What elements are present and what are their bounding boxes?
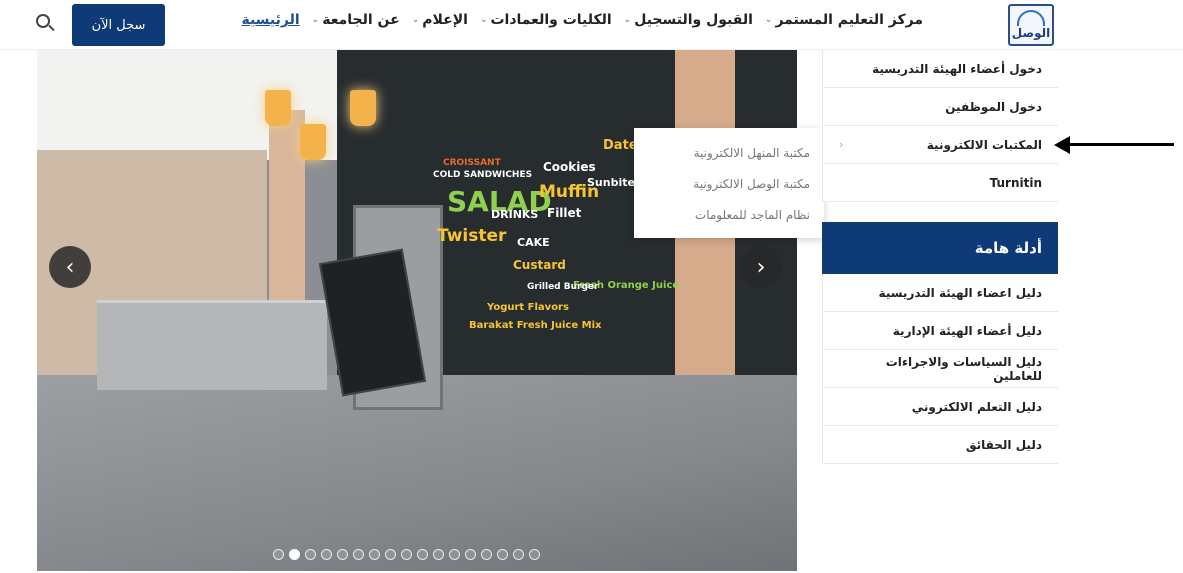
slider-dot[interactable] [529,549,540,560]
submenu-item-almajed-system[interactable]: نظام الماجد للمعلومات [648,200,810,231]
nav-item-media[interactable]: الإعلام ⌄ [412,12,468,28]
nav-label: الكليات والعمادات [490,12,612,28]
search-icon-handle [48,24,55,32]
nav-item-admissions[interactable]: القبول والتسجيل ⌄ [624,12,753,28]
wall-word: Twister [437,226,507,246]
sidebar-item-label: Turnitin [989,175,1042,190]
sidebar-item-label: المكتبات الالكترونية [926,137,1042,152]
main-nav: الرئيسية عن الجامعة ⌄ الإعلام ⌄ الكليات … [241,12,923,28]
sidebar-item-label: دليل اعضاء الهيئة التدريسية [878,285,1042,300]
chevron-down-icon: ⌄ [311,15,320,25]
nav-item-continuing-education[interactable]: مركز التعليم المستمر ⌄ [765,12,923,28]
nav-item-about[interactable]: عن الجامعة ⌄ [312,12,400,28]
wall-menu-words: SALAD Muffin Cookies Fillet Dates CAKE T… [407,130,679,350]
sidebar-item-faculty-login[interactable]: دخول أعضاء الهيئة التدريسية [822,50,1058,88]
chevron-left-icon: ‹ [65,254,75,280]
sidebar-item-faculty-guide[interactable]: دليل اعضاء الهيئة التدريسية [822,274,1058,312]
sidebar-item-admin-guide[interactable]: دليل أعضاء الهيئة الإدارية [822,312,1058,350]
register-now-button[interactable]: سجل الآن [72,4,165,46]
e-libraries-submenu: مكتبة المنهل الالكترونية مكتبة الوصل الا… [634,128,824,238]
wall-word: Fillet [547,206,582,220]
logo-text: الوصل [1011,26,1051,40]
slider-next-button[interactable]: › [740,246,782,288]
nav-item-colleges[interactable]: الكليات والعمادات ⌄ [480,12,612,28]
nav-label: الرئيسية [241,12,300,28]
slider-dot[interactable] [433,549,444,560]
chevron-down-icon: ⌄ [623,15,632,25]
wall-word: CAKE [517,236,550,249]
page: الوصل الرئيسية عن الجامعة ⌄ الإعلام ⌄ ال… [0,0,1183,573]
slider-dot[interactable] [417,549,428,560]
nav-label: مركز التعليم المستمر [775,12,923,28]
slider-dot[interactable] [353,549,364,560]
slider-dot[interactable] [401,549,412,560]
wall-word: Yogurt Flavors [487,302,569,313]
wall-word: CROISSANT [443,158,501,168]
slider-dot[interactable] [465,549,476,560]
slide-counter [97,300,327,390]
slider-dot[interactable] [481,549,492,560]
sidebar-item-label: دليل السياسات والاجراءات للعاملين [885,354,1042,383]
nav-item-home[interactable]: الرئيسية [241,12,299,28]
slider-dot[interactable] [369,549,380,560]
slider-dot[interactable] [289,549,300,560]
chevron-left-icon: ‹ [839,138,844,151]
wall-word: COLD SANDWICHES [433,170,533,180]
sidebar-item-policies-guide[interactable]: دليل السياسات والاجراءات للعاملين [822,350,1058,388]
chevron-down-icon: ⌄ [764,15,773,25]
wall-word: Custard [513,258,566,272]
submenu-item-almanhal[interactable]: مكتبة المنهل الالكترونية [648,138,810,169]
wall-word: Barakat Fresh Juice Mix [469,320,602,331]
slider-dot[interactable] [337,549,348,560]
nav-label: عن الجامعة [322,12,400,28]
slider-prev-button[interactable]: ‹ [49,246,91,288]
slider-dot[interactable] [497,549,508,560]
wall-word: Cookies [543,160,596,174]
slider-dot[interactable] [449,549,460,560]
lamp-icon [350,90,376,126]
lamp-icon [265,90,291,126]
university-logo[interactable]: الوصل [1008,4,1054,46]
sidebar-item-label: دليل التعلم الالكتروني [911,399,1042,414]
arrow-left-icon [1054,136,1176,154]
sidebar-item-facts-guide[interactable]: دليل الحقائق [822,426,1058,464]
logo-arch-icon [1017,10,1045,26]
slider-dot[interactable] [321,549,332,560]
wall-word: Grilled Burger [527,282,599,292]
sidebar-item-label: دليل الحقائق [965,437,1042,452]
slider-dot[interactable] [385,549,396,560]
nav-label: القبول والتسجيل [634,12,753,28]
slider-dot[interactable] [513,549,524,560]
sidebar-item-label: دخول الموظفين [945,99,1042,114]
sidebar-item-label: دليل أعضاء الهيئة الإدارية [892,323,1042,338]
right-sidebar: دخول أعضاء الهيئة التدريسية دخول الموظفي… [822,50,1058,464]
sidebar-item-elearning-guide[interactable]: دليل التعلم الالكتروني [822,388,1058,426]
sidebar-item-turnitin[interactable]: Turnitin [822,164,1058,202]
arrow-shaft [1066,143,1174,146]
sidebar-item-label: دخول أعضاء الهيئة التدريسية [872,61,1042,76]
site-header: الوصل الرئيسية عن الجامعة ⌄ الإعلام ⌄ ال… [0,0,1183,50]
submenu-item-alwasl-library[interactable]: مكتبة الوصل الالكترونية [648,169,810,200]
chevron-right-icon: › [756,254,766,280]
slider-pagination [273,549,540,560]
nav-label: الإعلام [422,12,468,28]
slider-dot[interactable] [305,549,316,560]
guides-heading: أدلة هامة [822,222,1058,274]
chevron-down-icon: ⌄ [479,15,488,25]
sidebar-item-e-libraries[interactable]: المكتبات الالكترونية ‹ [822,126,1058,164]
wall-word: DRINKS [491,208,539,221]
lamp-icon [300,124,326,160]
slider-dot[interactable] [273,549,284,560]
chevron-down-icon: ⌄ [411,15,420,25]
search-icon[interactable] [36,14,56,34]
sidebar-item-staff-login[interactable]: دخول الموظفين [822,88,1058,126]
